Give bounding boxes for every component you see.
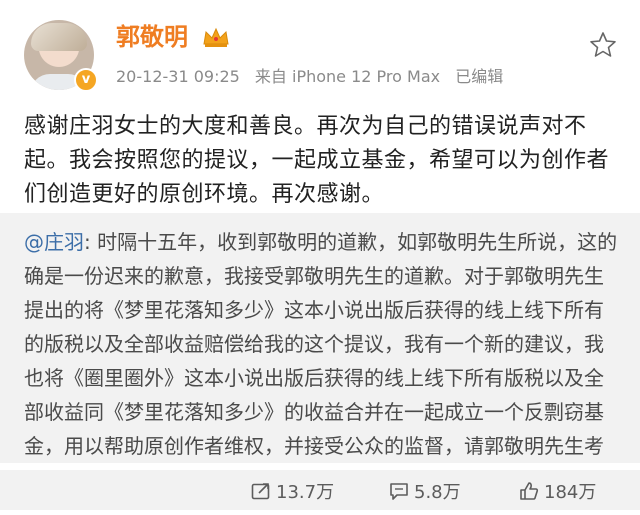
crown-icon[interactable] [202, 26, 230, 48]
post-source[interactable]: 来自 iPhone 12 Pro Max [255, 67, 440, 86]
edited-label[interactable]: 已编辑 [455, 67, 503, 86]
comment-count: 5.8万 [414, 482, 461, 503]
post-header: v 郭敬明 20-12-31 09:25 来自 iPhone 12 Pro Ma… [0, 0, 640, 100]
like-count: 184万 [544, 482, 597, 503]
repost-card[interactable]: @庄羽: 时隔十五年，收到郭敬明的道歉，如郭敬明先生所说，这的确是一份迟来的歉意… [0, 213, 640, 492]
comment-icon [390, 483, 408, 500]
star-icon[interactable] [588, 30, 618, 60]
verified-badge-icon: v [74, 68, 98, 92]
comment-button[interactable]: 5.8万 [388, 478, 461, 504]
repost-text: @庄羽: 时隔十五年，收到郭敬明的道歉，如郭敬明先生所说，这的确是一份迟来的歉意… [24, 225, 620, 497]
repost-body: 时隔十五年，收到郭敬明的道歉，如郭敬明先生所说，这的确是一份迟来的歉意，我接受郭… [24, 230, 618, 492]
repost-icon [251, 483, 270, 500]
repost-separator: : [84, 230, 98, 254]
post-text: 感谢庄羽女士的大度和善良。再次为自己的错误说声对不起。我会按照您的提议，一起成立… [24, 114, 610, 207]
post-meta: 20-12-31 09:25 来自 iPhone 12 Pro Max 已编辑 [116, 66, 513, 88]
action-bar: 13.7万 5.8万 184万 [0, 470, 640, 510]
author-name[interactable]: 郭敬明 [116, 22, 188, 52]
repost-button[interactable]: 13.7万 [250, 478, 334, 504]
avatar-hair [31, 23, 87, 51]
repost-count: 13.7万 [276, 482, 335, 503]
post-timestamp: 20-12-31 09:25 [116, 67, 240, 86]
thumbs-up-icon [520, 482, 539, 500]
like-button[interactable]: 184万 [518, 478, 596, 504]
repost-mention[interactable]: @庄羽 [24, 230, 84, 254]
